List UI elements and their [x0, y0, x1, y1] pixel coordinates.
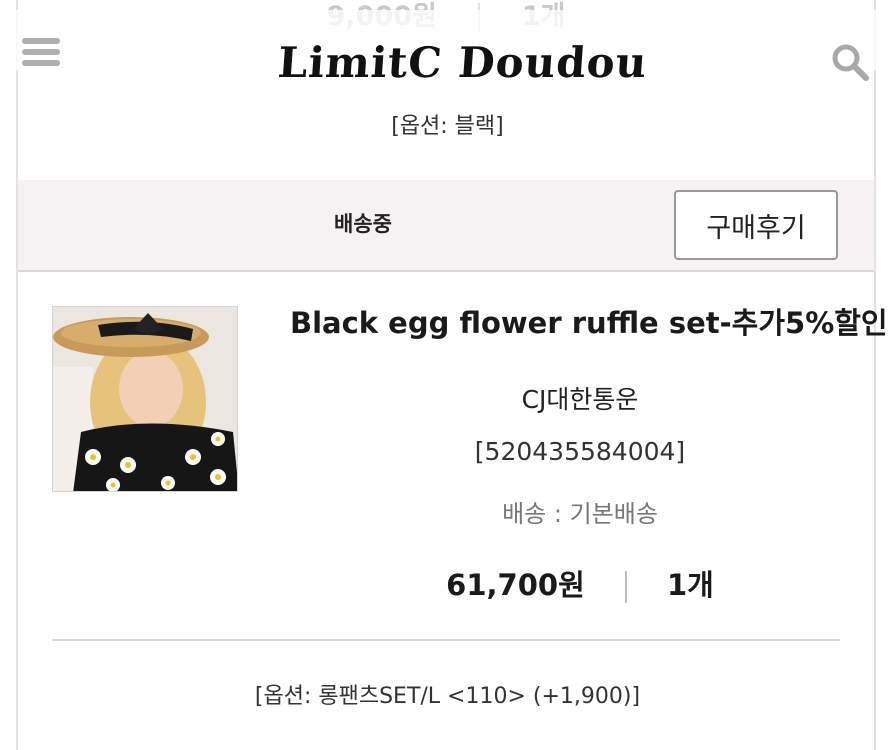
search-icon[interactable] — [830, 42, 870, 82]
shipping-method: 배송 : 기본배송 — [502, 500, 658, 528]
item-price: 61,700원 — [446, 568, 585, 602]
product-photo — [53, 307, 237, 491]
order-status-bar: 배송중 구매후기 — [18, 180, 874, 272]
item-quantity: 1개 — [666, 568, 714, 602]
product-thumbnail[interactable] — [52, 306, 238, 492]
previous-item-option: [옵션: 블랙] — [391, 114, 504, 139]
site-header: LimitC Doudou — [0, 10, 895, 87]
item-option: [옵션: 롱팬츠SET/L <110> (+1,900)] — [254, 684, 641, 709]
price-row: 61,700원 1개 — [330, 562, 830, 604]
tracking-number[interactable]: [520435584004] — [330, 437, 830, 466]
divider — [52, 639, 840, 641]
write-review-button[interactable]: 구매후기 — [674, 190, 838, 260]
product-title[interactable]: Black egg flower ruffle set-추가5%할인 — [290, 300, 888, 342]
courier-name: CJ대한통운 — [521, 385, 639, 414]
site-logo[interactable]: LimitC Doudou — [276, 36, 649, 90]
delivery-status: 배송중 — [334, 212, 392, 236]
hamburger-menu-icon[interactable] — [22, 38, 60, 72]
price-qty-separator — [624, 571, 627, 603]
